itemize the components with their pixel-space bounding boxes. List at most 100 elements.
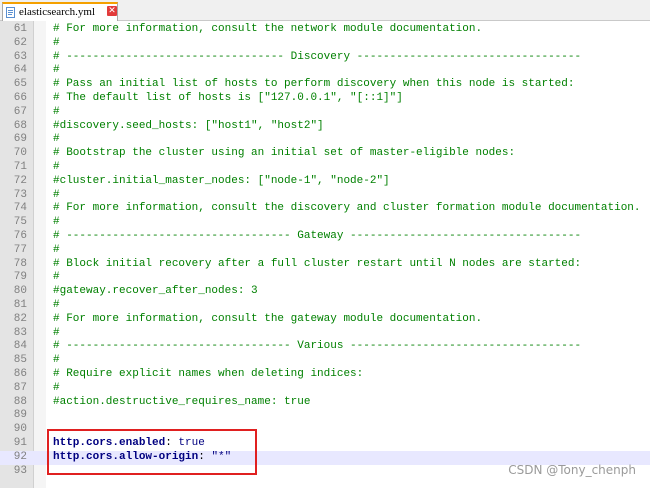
code-line[interactable]: 70 # Bootstrap the cluster using an initi… bbox=[0, 147, 650, 161]
code-text: #action.destructive_requires_name: true bbox=[53, 396, 310, 410]
token-comment: # Block initial recovery after a full cl… bbox=[53, 257, 582, 270]
code-line[interactable]: 89 bbox=[0, 409, 650, 423]
code-line[interactable]: 79 # bbox=[0, 271, 650, 285]
line-number: 66 bbox=[13, 91, 27, 104]
code-line[interactable]: 73 # bbox=[0, 189, 650, 203]
code-line[interactable]: 61 # For more information, consult the ne… bbox=[0, 23, 650, 37]
code-text: # bbox=[53, 106, 60, 120]
code-line[interactable]: 86 # Require explicit names when deleting… bbox=[0, 368, 650, 382]
token-comment: # bbox=[53, 298, 60, 311]
code-text: #cluster.initial_master_nodes: ["node-1"… bbox=[53, 175, 390, 189]
code-text: # Require explicit names when deleting i… bbox=[53, 368, 363, 382]
line-number: 92 bbox=[13, 450, 27, 463]
code-line[interactable]: 74 # For more information, consult the di… bbox=[0, 202, 650, 216]
code-line[interactable]: 87 # bbox=[0, 382, 650, 396]
code-text: # ---------------------------------- Gat… bbox=[53, 230, 581, 244]
token-comment: #cluster.initial_master_nodes: ["node-1"… bbox=[53, 174, 390, 187]
code-line[interactable]: 83 # bbox=[0, 327, 650, 341]
token-comment: #action.destructive_requires_name: true bbox=[53, 395, 311, 408]
code-text: #gateway.recover_after_nodes: 3 bbox=[53, 285, 258, 299]
annotation-highlight-box bbox=[47, 429, 257, 475]
token-comment: #discovery.seed_hosts: ["host1", "host2"… bbox=[53, 119, 324, 132]
code-text: # ---------------------------------- Var… bbox=[53, 340, 581, 354]
token-comment: # Require explicit names when deleting i… bbox=[53, 367, 364, 380]
token-comment: # bbox=[53, 188, 60, 201]
code-line[interactable]: 78 # Block initial recovery after a full … bbox=[0, 258, 650, 272]
line-number: 72 bbox=[13, 174, 27, 187]
yaml-file-icon bbox=[6, 7, 15, 18]
token-comment: # --------------------------------- Disc… bbox=[53, 50, 582, 63]
line-number: 91 bbox=[13, 436, 27, 449]
code-line[interactable]: 63 # --------------------------------- Di… bbox=[0, 51, 650, 65]
code-line[interactable]: 71 # bbox=[0, 161, 650, 175]
line-number: 69 bbox=[13, 133, 27, 146]
tab-elasticsearch-yml[interactable]: elasticsearch.yml ✕ bbox=[2, 2, 118, 21]
token-comment: # bbox=[53, 133, 60, 146]
line-number: 85 bbox=[13, 354, 27, 367]
code-text: # Bootstrap the cluster using an initial… bbox=[53, 147, 515, 161]
line-number: 74 bbox=[13, 202, 27, 215]
line-number: 90 bbox=[13, 423, 27, 436]
line-number: 76 bbox=[13, 229, 27, 242]
editor-text-area[interactable]: 61 # For more information, consult the ne… bbox=[0, 23, 650, 478]
code-line[interactable]: 75 # bbox=[0, 216, 650, 230]
code-text: # For more information, consult the netw… bbox=[53, 23, 482, 37]
line-number: 83 bbox=[13, 326, 27, 339]
line-number: 82 bbox=[13, 312, 27, 325]
line-number: 86 bbox=[13, 367, 27, 380]
line-number: 67 bbox=[13, 105, 27, 118]
code-text: # --------------------------------- Disc… bbox=[53, 51, 581, 65]
token-comment: # Pass an initial list of hosts to perfo… bbox=[53, 78, 575, 91]
code-text: # bbox=[53, 271, 60, 285]
code-line[interactable]: 69 # bbox=[0, 133, 650, 147]
code-text: # bbox=[53, 382, 60, 396]
line-number: 78 bbox=[13, 257, 27, 270]
code-line[interactable]: 84 # ---------------------------------- V… bbox=[0, 340, 650, 354]
code-line[interactable]: 88 #action.destructive_requires_name: tru… bbox=[0, 396, 650, 410]
line-number: 64 bbox=[13, 64, 27, 77]
line-number: 61 bbox=[13, 23, 27, 35]
code-line[interactable]: 80 #gateway.recover_after_nodes: 3 bbox=[0, 285, 650, 299]
token-comment: # bbox=[53, 326, 60, 339]
code-text: # For more information, consult the gate… bbox=[53, 313, 482, 327]
code-line[interactable]: 72 #cluster.initial_master_nodes: ["node-… bbox=[0, 175, 650, 189]
code-line[interactable]: 68 #discovery.seed_hosts: ["host1", "host… bbox=[0, 120, 650, 134]
code-line[interactable]: 66 # The default list of hosts is ["127.0… bbox=[0, 92, 650, 106]
token-comment: # The default list of hosts is ["127.0.0… bbox=[53, 91, 403, 104]
code-line[interactable]: 85 # bbox=[0, 354, 650, 368]
line-number: 89 bbox=[13, 409, 27, 422]
code-line[interactable]: 81 # bbox=[0, 299, 650, 313]
code-line[interactable]: 77 # bbox=[0, 244, 650, 258]
code-text: #discovery.seed_hosts: ["host1", "host2"… bbox=[53, 120, 324, 134]
line-number: 65 bbox=[13, 78, 27, 91]
line-number: 77 bbox=[13, 243, 27, 256]
line-number: 93 bbox=[13, 464, 27, 477]
token-comment: # bbox=[53, 36, 60, 49]
code-text: # For more information, consult the disc… bbox=[53, 202, 641, 216]
code-text: # bbox=[53, 37, 60, 51]
code-line[interactable]: 76 # ---------------------------------- G… bbox=[0, 230, 650, 244]
code-text: # bbox=[53, 244, 60, 258]
code-text: # Pass an initial list of hosts to perfo… bbox=[53, 78, 575, 92]
watermark: CSDN @Tony_chenph bbox=[508, 463, 636, 477]
token-comment: #gateway.recover_after_nodes: 3 bbox=[53, 285, 258, 298]
code-text: # bbox=[53, 354, 60, 368]
code-line[interactable]: 82 # For more information, consult the ga… bbox=[0, 313, 650, 327]
token-comment: # bbox=[53, 381, 60, 394]
token-comment: # bbox=[53, 271, 60, 284]
code-line[interactable]: 67 # bbox=[0, 106, 650, 120]
line-number: 75 bbox=[13, 216, 27, 229]
code-line[interactable]: 64 # bbox=[0, 64, 650, 78]
token-comment: # bbox=[53, 354, 60, 367]
line-number: 87 bbox=[13, 381, 27, 394]
close-icon[interactable]: ✕ bbox=[107, 6, 117, 16]
tab-label: elasticsearch.yml bbox=[19, 6, 96, 18]
line-number: 73 bbox=[13, 188, 27, 201]
line-number: 88 bbox=[13, 395, 27, 408]
code-line[interactable]: 62 # bbox=[0, 37, 650, 51]
line-number: 68 bbox=[13, 119, 27, 132]
code-text: # Block initial recovery after a full cl… bbox=[53, 258, 581, 272]
code-text: # bbox=[53, 161, 60, 175]
token-comment: # bbox=[53, 105, 60, 118]
code-line[interactable]: 65 # Pass an initial list of hosts to per… bbox=[0, 78, 650, 92]
